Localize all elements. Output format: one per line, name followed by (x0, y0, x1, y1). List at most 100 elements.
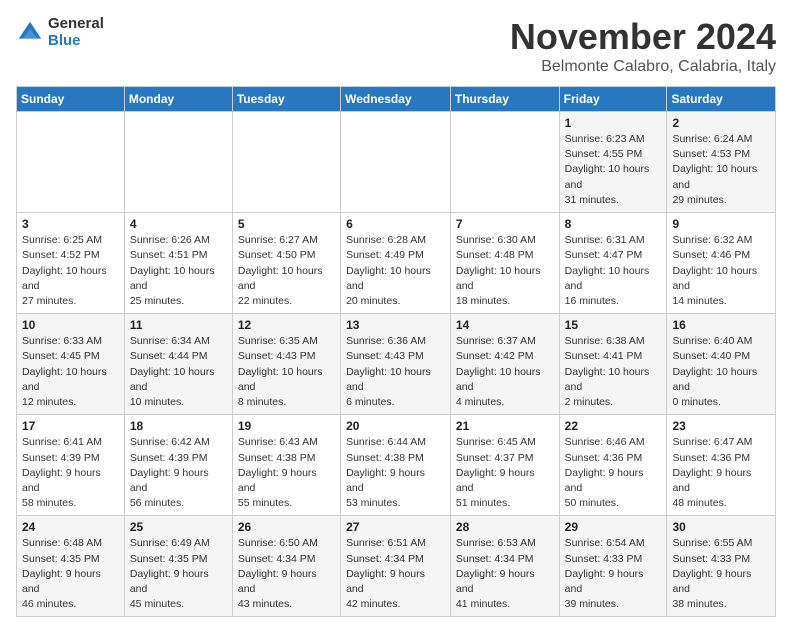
day-detail: Sunrise: 6:34 AMSunset: 4:44 PMDaylight:… (130, 334, 227, 410)
day-number: 27 (346, 520, 445, 534)
day-detail: Sunrise: 6:54 AMSunset: 4:33 PMDaylight:… (565, 536, 662, 612)
day-detail: Sunrise: 6:40 AMSunset: 4:40 PMDaylight:… (672, 334, 770, 410)
day-cell: 18 Sunrise: 6:42 AMSunset: 4:39 PMDayligh… (124, 415, 232, 516)
day-number: 20 (346, 419, 445, 433)
day-number: 13 (346, 318, 445, 332)
day-cell: 26 Sunrise: 6:50 AMSunset: 4:34 PMDayligh… (232, 516, 340, 617)
day-cell (450, 112, 559, 213)
day-cell: 6 Sunrise: 6:28 AMSunset: 4:49 PMDaylight… (341, 213, 451, 314)
day-cell: 23 Sunrise: 6:47 AMSunset: 4:36 PMDayligh… (667, 415, 776, 516)
weekday-header-saturday: Saturday (667, 87, 776, 112)
week-row-2: 3 Sunrise: 6:25 AMSunset: 4:52 PMDaylight… (17, 213, 776, 314)
day-number: 25 (130, 520, 227, 534)
day-cell: 4 Sunrise: 6:26 AMSunset: 4:51 PMDaylight… (124, 213, 232, 314)
day-number: 21 (456, 419, 554, 433)
day-number: 6 (346, 217, 445, 231)
day-number: 11 (130, 318, 227, 332)
day-number: 24 (22, 520, 119, 534)
day-number: 26 (238, 520, 335, 534)
day-number: 23 (672, 419, 770, 433)
day-detail: Sunrise: 6:46 AMSunset: 4:36 PMDaylight:… (565, 435, 662, 511)
day-detail: Sunrise: 6:42 AMSunset: 4:39 PMDaylight:… (130, 435, 227, 511)
day-cell: 13 Sunrise: 6:36 AMSunset: 4:43 PMDayligh… (341, 314, 451, 415)
day-detail: Sunrise: 6:43 AMSunset: 4:38 PMDaylight:… (238, 435, 335, 511)
day-detail: Sunrise: 6:45 AMSunset: 4:37 PMDaylight:… (456, 435, 554, 511)
day-cell: 19 Sunrise: 6:43 AMSunset: 4:38 PMDayligh… (232, 415, 340, 516)
day-number: 16 (672, 318, 770, 332)
day-detail: Sunrise: 6:28 AMSunset: 4:49 PMDaylight:… (346, 233, 445, 309)
day-cell: 16 Sunrise: 6:40 AMSunset: 4:40 PMDayligh… (667, 314, 776, 415)
day-detail: Sunrise: 6:50 AMSunset: 4:34 PMDaylight:… (238, 536, 335, 612)
logo-general-text: General (48, 16, 104, 33)
week-row-5: 24 Sunrise: 6:48 AMSunset: 4:35 PMDayligh… (17, 516, 776, 617)
day-cell: 20 Sunrise: 6:44 AMSunset: 4:38 PMDayligh… (341, 415, 451, 516)
day-number: 10 (22, 318, 119, 332)
day-number: 22 (565, 419, 662, 433)
day-number: 19 (238, 419, 335, 433)
day-detail: Sunrise: 6:47 AMSunset: 4:36 PMDaylight:… (672, 435, 770, 511)
day-cell (17, 112, 125, 213)
weekday-header-wednesday: Wednesday (341, 87, 451, 112)
week-row-3: 10 Sunrise: 6:33 AMSunset: 4:45 PMDayligh… (17, 314, 776, 415)
day-cell: 27 Sunrise: 6:51 AMSunset: 4:34 PMDayligh… (341, 516, 451, 617)
day-cell: 22 Sunrise: 6:46 AMSunset: 4:36 PMDayligh… (559, 415, 667, 516)
day-cell: 25 Sunrise: 6:49 AMSunset: 4:35 PMDayligh… (124, 516, 232, 617)
day-cell: 1 Sunrise: 6:23 AMSunset: 4:55 PMDaylight… (559, 112, 667, 213)
page-header: General Blue November 2024 Belmonte Cala… (16, 16, 776, 76)
title-block: November 2024 Belmonte Calabro, Calabria… (510, 16, 776, 76)
logo-text: General Blue (48, 16, 104, 49)
day-detail: Sunrise: 6:44 AMSunset: 4:38 PMDaylight:… (346, 435, 445, 511)
day-detail: Sunrise: 6:25 AMSunset: 4:52 PMDaylight:… (22, 233, 119, 309)
day-cell: 5Sunrise: 6:27 AMSunset: 4:50 PMDaylight… (232, 213, 340, 314)
week-row-1: 1 Sunrise: 6:23 AMSunset: 4:55 PMDaylight… (17, 112, 776, 213)
day-cell: 28 Sunrise: 6:53 AMSunset: 4:34 PMDayligh… (450, 516, 559, 617)
day-number: 18 (130, 419, 227, 433)
day-cell: 11 Sunrise: 6:34 AMSunset: 4:44 PMDayligh… (124, 314, 232, 415)
day-number: 9 (672, 217, 770, 231)
logo: General Blue (16, 16, 104, 49)
weekday-header-friday: Friday (559, 87, 667, 112)
day-number: 3 (22, 217, 119, 231)
day-number: 1 (565, 116, 662, 130)
weekday-header-sunday: Sunday (17, 87, 125, 112)
day-detail: Sunrise: 6:24 AMSunset: 4:53 PMDaylight:… (672, 132, 770, 208)
day-detail: Sunrise: 6:53 AMSunset: 4:34 PMDaylight:… (456, 536, 554, 612)
day-number: 8 (565, 217, 662, 231)
calendar-table: SundayMondayTuesdayWednesdayThursdayFrid… (16, 86, 776, 617)
logo-blue-text: Blue (48, 33, 104, 50)
day-number: 4 (130, 217, 227, 231)
day-detail: Sunrise: 6:55 AMSunset: 4:33 PMDaylight:… (672, 536, 770, 612)
day-detail: Sunrise: 6:35 AMSunset: 4:43 PMDaylight:… (238, 334, 335, 410)
day-detail: Sunrise: 6:31 AMSunset: 4:47 PMDaylight:… (565, 233, 662, 309)
day-detail: Sunrise: 6:38 AMSunset: 4:41 PMDaylight:… (565, 334, 662, 410)
day-detail: Sunrise: 6:49 AMSunset: 4:35 PMDaylight:… (130, 536, 227, 612)
weekday-header-tuesday: Tuesday (232, 87, 340, 112)
weekday-header-thursday: Thursday (450, 87, 559, 112)
week-row-4: 17 Sunrise: 6:41 AMSunset: 4:39 PMDayligh… (17, 415, 776, 516)
day-detail: Sunrise: 6:51 AMSunset: 4:34 PMDaylight:… (346, 536, 445, 612)
day-detail: Sunrise: 6:26 AMSunset: 4:51 PMDaylight:… (130, 233, 227, 309)
day-cell (124, 112, 232, 213)
day-detail: Sunrise: 6:48 AMSunset: 4:35 PMDaylight:… (22, 536, 119, 612)
day-number: 7 (456, 217, 554, 231)
day-cell: 21 Sunrise: 6:45 AMSunset: 4:37 PMDayligh… (450, 415, 559, 516)
day-cell: 24 Sunrise: 6:48 AMSunset: 4:35 PMDayligh… (17, 516, 125, 617)
day-cell: 15Sunrise: 6:38 AMSunset: 4:41 PMDayligh… (559, 314, 667, 415)
day-detail: Sunrise: 6:30 AMSunset: 4:48 PMDaylight:… (456, 233, 554, 309)
day-detail: Sunrise: 6:36 AMSunset: 4:43 PMDaylight:… (346, 334, 445, 410)
weekday-header-row: SundayMondayTuesdayWednesdayThursdayFrid… (17, 87, 776, 112)
day-detail: Sunrise: 6:41 AMSunset: 4:39 PMDaylight:… (22, 435, 119, 511)
day-cell: 8 Sunrise: 6:31 AMSunset: 4:47 PMDaylight… (559, 213, 667, 314)
day-number: 28 (456, 520, 554, 534)
day-number: 17 (22, 419, 119, 433)
day-cell: 17 Sunrise: 6:41 AMSunset: 4:39 PMDayligh… (17, 415, 125, 516)
day-cell: 9Sunrise: 6:32 AMSunset: 4:46 PMDaylight… (667, 213, 776, 314)
weekday-header-monday: Monday (124, 87, 232, 112)
day-number: 5 (238, 217, 335, 231)
day-number: 29 (565, 520, 662, 534)
day-cell: 2Sunrise: 6:24 AMSunset: 4:53 PMDaylight… (667, 112, 776, 213)
day-detail: Sunrise: 6:33 AMSunset: 4:45 PMDaylight:… (22, 334, 119, 410)
location-title: Belmonte Calabro, Calabria, Italy (510, 58, 776, 76)
month-title: November 2024 (510, 16, 776, 58)
day-detail: Sunrise: 6:23 AMSunset: 4:55 PMDaylight:… (565, 132, 662, 208)
